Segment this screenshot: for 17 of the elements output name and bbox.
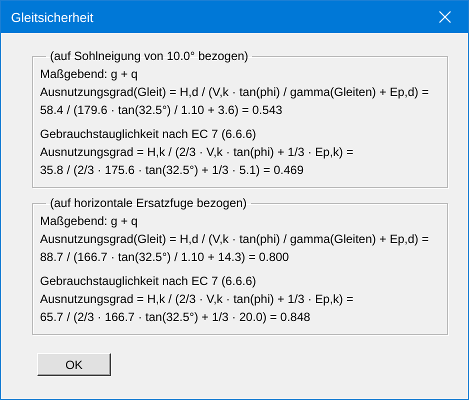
text-line: Gebrauchstauglichkeit nach EC 7 (6.6.6) (40, 273, 256, 290)
close-icon (439, 11, 451, 23)
text-line: 88.7 / (166.7 · tan(32.5°) / 1.10 + 14.3) = 0.800 (40, 249, 289, 266)
group-legend: (auf horizontale Ersatzfuge bezogen) (46, 196, 251, 210)
window-title: Gleitsicherheit (11, 10, 94, 24)
text-line: Gebrauchstauglichkeit nach EC 7 (6.6.6) (40, 126, 256, 143)
text-line: 65.7 / (2/3 · 166.7 · tan(32.5°) + 1/3 · 20.0) = 0.848 (40, 309, 310, 326)
text-line: Ausnutzungsgrad = H,k / (2/3 · V,k · tan(phi) + 1/3 · Ep,k) = (40, 144, 354, 161)
text-line: 58.4 / (179.6 · tan(32.5°) / 1.10 + 3.6) = 0.543 (40, 102, 282, 119)
group-legend: (auf Sohlneigung von 10.0° bezogen) (46, 49, 252, 63)
text-line: Ausnutzungsgrad(Gleit) = H,d / (V,k · tan(phi) / gamma(Gleiten) + Ep,d) = (40, 231, 429, 248)
text-line: 35.8 / (2/3 · 175.6 · tan(32.5°) + 1/3 · 5.1) = 0.469 (40, 162, 304, 179)
text-line: Ausnutzungsgrad = H,k / (2/3 · V,k · tan(phi) + 1/3 · Ep,k) = (40, 291, 354, 308)
text-line: Maßgebend: g + q (40, 213, 138, 230)
ok-button[interactable]: OK (37, 353, 111, 376)
text-line: Ausnutzungsgrad(Gleit) = H,d / (V,k · tan(phi) / gamma(Gleiten) + Ep,d) = (40, 84, 429, 101)
text-line: Maßgebend: g + q (40, 66, 138, 83)
